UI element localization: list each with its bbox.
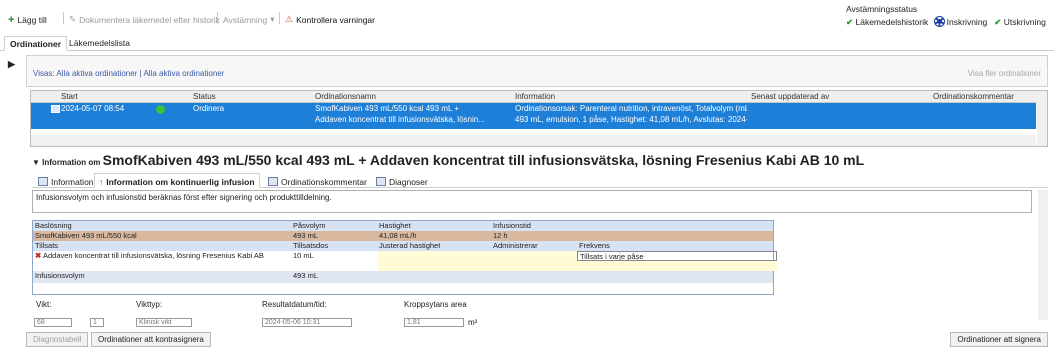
filter-link[interactable]: Alla aktiva ordinationer xyxy=(56,69,137,78)
grid-horizontal-scrollbar[interactable] xyxy=(31,135,1036,146)
gear-icon xyxy=(934,16,946,27)
reconcile-dropdown[interactable]: Avstämning ▾ xyxy=(223,14,275,25)
filter-panel: Visas: Alla aktiva ordinationer | Alla a… xyxy=(26,55,1048,87)
reconcile-status: Avstämningsstatus ✔ Läkemedelshistorik I… xyxy=(846,4,1046,28)
show-more-orders-button[interactable]: Visa fler ordinationer xyxy=(968,69,1041,78)
status-admission[interactable]: Inskrivning xyxy=(934,16,987,28)
frequency-select[interactable]: Tillsats i varje påse xyxy=(577,251,777,261)
orders-grid: Start Status Ordinationsnamn Information… xyxy=(30,90,1048,147)
status-history[interactable]: ✔ Läkemedelshistorik xyxy=(846,17,928,28)
weight-field[interactable]: 68 xyxy=(34,318,72,327)
collapse-icon[interactable]: ▼ xyxy=(32,158,40,167)
col-updated-by[interactable]: Senast uppdaterad av xyxy=(751,92,829,101)
table-row[interactable]: 2024-05-07 08:54 Ordinera SmofKabiven 49… xyxy=(31,103,1036,129)
check-icon: ✔ xyxy=(846,17,854,27)
adjusted-rate-input[interactable] xyxy=(377,251,491,261)
weight-section: Vikt: Vikttyp: Resultatdatum/tid: Kropps… xyxy=(34,300,478,327)
page-title: ▼ Information om SmofKabiven 493 mL/550 … xyxy=(32,152,865,168)
administers-input[interactable] xyxy=(491,251,577,261)
col-start[interactable]: Start xyxy=(61,92,78,101)
empty-row[interactable] xyxy=(33,261,777,271)
volume-row: Infusionsvolym 493 mL xyxy=(33,271,773,283)
dropdown-arrow-icon: ▾ xyxy=(270,14,275,24)
expand-arrow-icon[interactable]: ▶ xyxy=(8,59,15,70)
check-warnings-button[interactable]: ⚠ Kontrollera varningar xyxy=(285,14,375,25)
status-discharge[interactable]: ✔ Utskrivning xyxy=(994,17,1046,28)
tab-orders[interactable]: Ordinationer xyxy=(4,36,68,51)
document-icon: ✎ xyxy=(69,14,77,24)
diagnosis-icon xyxy=(376,177,386,186)
grid-header: Start Status Ordinationsnamn Information… xyxy=(31,91,1047,103)
bsa-field[interactable]: 1,81 xyxy=(404,318,464,327)
add-button[interactable]: + Lägg till xyxy=(8,14,47,26)
info-scrollbar[interactable] xyxy=(1038,190,1048,320)
info-icon xyxy=(38,177,48,186)
col-name[interactable]: Ordinationsnamn xyxy=(315,92,376,101)
grid-scrollbar[interactable] xyxy=(1037,91,1047,146)
infusion-table: Baslösning Påsvolym Hastighet Infusionst… xyxy=(32,220,777,295)
info-tabs: Information ↑ Information om kontinuerlig… xyxy=(32,173,1048,188)
order-icon xyxy=(51,105,60,113)
weight-type-field[interactable]: Klinisk vikt xyxy=(136,318,192,327)
tab-comment[interactable]: Ordinationskommentar xyxy=(264,173,371,188)
warning-icon: ⚠ xyxy=(285,14,294,24)
document-history-button[interactable]: ✎ Dokumentera läkemedel efter historik xyxy=(69,14,220,25)
remove-icon[interactable]: ✖ xyxy=(35,251,41,260)
col-status[interactable]: Status xyxy=(193,92,216,101)
tab-infusion[interactable]: ↑ Information om kontinuerlig infusion xyxy=(94,173,260,188)
check-icon: ✔ xyxy=(994,17,1002,27)
toolbar: + Lägg till ✎ Dokumentera läkemedel efter … xyxy=(0,0,1054,34)
weight-unit-field[interactable]: 1 xyxy=(90,318,104,327)
tab-diagnoses[interactable]: Diagnoser xyxy=(372,173,432,188)
sign-orders-button[interactable]: Ordinationer att signera xyxy=(950,332,1048,347)
tab-information[interactable]: Information xyxy=(34,173,98,188)
result-date-field[interactable]: 2024-05-06 10:31 xyxy=(262,318,352,327)
tab-medication-list[interactable]: Läkemedelslista xyxy=(64,36,135,51)
main-tabs: Ordinationer Läkemedelslista xyxy=(0,36,1054,51)
note-box: Infusionsvolym och infusionstid beräknas… xyxy=(32,190,1032,213)
cosign-orders-button[interactable]: Ordinationer att kontrasignera xyxy=(91,332,211,347)
plus-icon: + xyxy=(8,14,15,26)
filter-link-2[interactable]: Alla aktiva ordinationer xyxy=(143,69,224,78)
infusion-icon: ↑ xyxy=(99,176,104,187)
additive-row[interactable]: ✖ Addaven koncentrat till infusionsvätsk… xyxy=(33,251,777,261)
base-row[interactable]: SmofKabiven 493 mL/550 kcal 493 mL 41,08… xyxy=(33,231,773,241)
diagnosis-table-button[interactable]: Diagnostabell xyxy=(26,332,89,347)
comment-icon xyxy=(268,177,278,186)
col-info[interactable]: Information xyxy=(515,92,555,101)
status-dot-icon xyxy=(156,105,165,114)
col-comment[interactable]: Ordinationskommentar xyxy=(933,92,1014,101)
